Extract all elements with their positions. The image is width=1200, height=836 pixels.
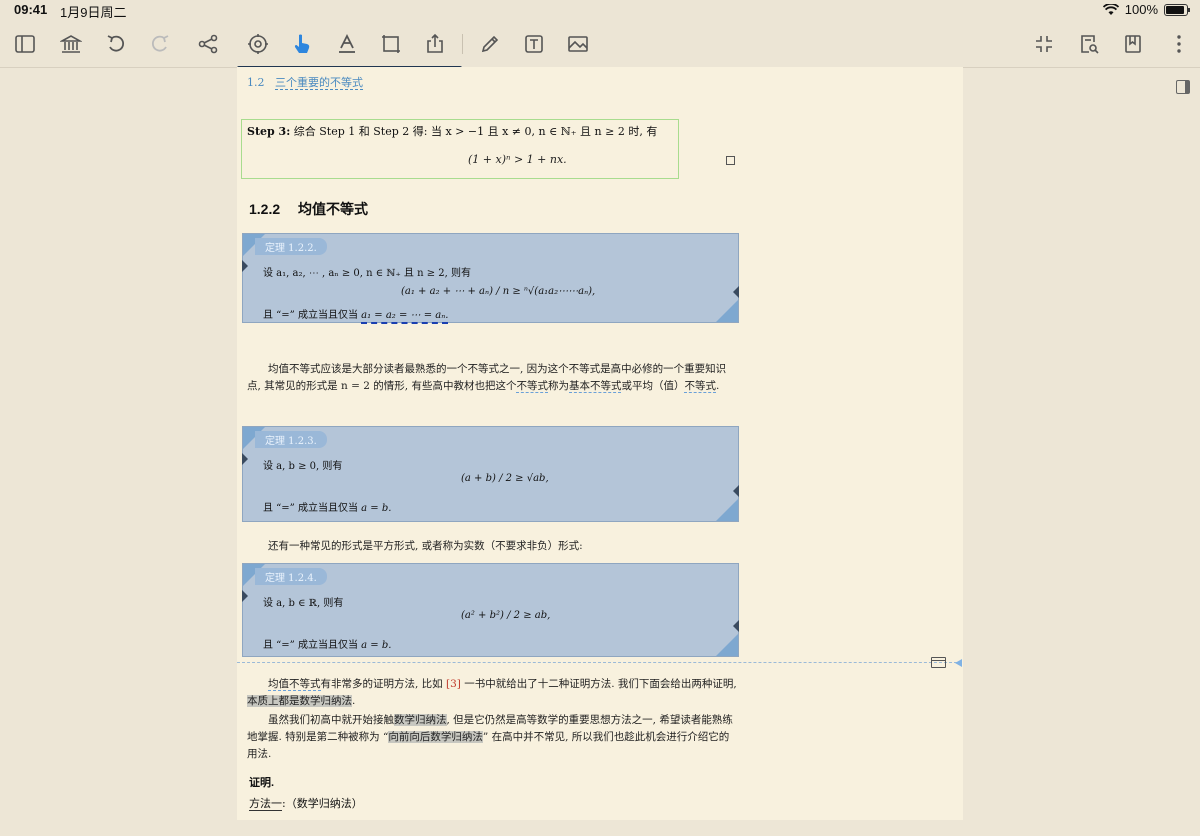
para1-text: 或平均（值） xyxy=(621,380,685,392)
theorem-1-2-4[interactable]: 定理 1.2.4. 设 a, b ∈ ℝ, 则有 (a² + b²) / 2 ≥… xyxy=(242,563,739,657)
textbox-icon[interactable] xyxy=(521,31,547,57)
theorem-equality: 且 “=” 成立当且仅当 a = b. xyxy=(263,636,391,651)
step3-text: 综合 Step 1 和 Step 2 得: 当 x > −1 且 x ≠ 0, … xyxy=(293,125,658,138)
para1-annot[interactable]: 不等式 xyxy=(684,380,716,393)
notch-right xyxy=(733,620,739,632)
step3-formula: (1 + x)ⁿ > 1 + nx. xyxy=(468,153,567,166)
library-icon[interactable] xyxy=(58,31,84,57)
equality-prefix: 且 “=” 成立当且仅当 xyxy=(263,640,362,651)
theorem-formula: (a² + b²) / 2 ≥ ab, xyxy=(461,610,551,621)
para3-text: 有非常多的证明方法, 比如 xyxy=(320,678,447,690)
method-text: :（数学归纳法） xyxy=(282,797,363,810)
wifi-icon xyxy=(1102,3,1119,15)
status-right: 100% xyxy=(1102,2,1190,17)
toolbar xyxy=(0,20,1200,68)
bookmark-icon[interactable] xyxy=(1120,31,1146,57)
corner-decoration xyxy=(716,499,738,521)
citation-link[interactable]: [3] xyxy=(446,678,461,690)
mindmap-icon[interactable] xyxy=(195,31,221,57)
corner-decoration xyxy=(716,300,738,322)
toolbar-separator xyxy=(462,34,463,54)
sidebar-icon[interactable] xyxy=(12,31,38,57)
para3-highlight[interactable]: 本质上都是数学归纳法 xyxy=(247,695,352,707)
para1-annot[interactable]: 基本不等式 xyxy=(568,380,622,393)
section-number: 1.2.2 xyxy=(249,201,281,217)
notch-left xyxy=(242,260,248,272)
battery-percent: 100% xyxy=(1124,2,1158,17)
running-head: 1.2 三个重要的不等式 xyxy=(247,74,363,90)
equality-condition[interactable]: a₁ = a₂ = ⋯ = aₙ. xyxy=(361,310,449,324)
theorem-statement: 设 a₁, a₂, ⋯ , aₙ ≥ 0, n ∈ ℕ₊ 且 n ≥ 2, 则有 xyxy=(263,268,471,279)
undo-icon[interactable] xyxy=(103,31,129,57)
method-label: 方法一 xyxy=(249,797,282,811)
split-view-icon[interactable] xyxy=(931,657,946,668)
theorem-formula: (a + b) / 2 ≥ √ab, xyxy=(461,473,549,484)
equality-prefix: 且 “=” 成立当且仅当 xyxy=(263,310,362,321)
theorem-tag: 定理 1.2.2. xyxy=(255,238,327,255)
notch-left xyxy=(242,453,248,465)
section-heading: 1.2.2 均值不等式 xyxy=(249,199,368,219)
equality-condition: a = b. xyxy=(361,503,392,514)
theorem-tag: 定理 1.2.3. xyxy=(255,431,327,448)
theorem-equality: 且 “=” 成立当且仅当 a = b. xyxy=(263,499,391,514)
status-time: 09:41 xyxy=(14,2,48,17)
export-icon[interactable] xyxy=(422,31,448,57)
running-head-number: 1.2 xyxy=(247,76,265,89)
pointer-hand-icon[interactable] xyxy=(289,31,315,57)
running-head-title: 三个重要的不等式 xyxy=(275,76,363,90)
theorem-1-2-3[interactable]: 定理 1.2.3. 设 a, b ≥ 0, 则有 (a + b) / 2 ≥ √… xyxy=(242,426,739,522)
equality-prefix: 且 “=” 成立当且仅当 xyxy=(263,503,362,514)
corner-decoration xyxy=(716,634,738,656)
more-icon[interactable] xyxy=(1166,31,1192,57)
theorem-statement: 设 a, b ≥ 0, 则有 xyxy=(263,461,343,472)
qed-mark xyxy=(726,156,735,165)
document-page[interactable]: 1.2 三个重要的不等式 Step 3: 综合 Step 1 和 Step 2 … xyxy=(237,67,963,820)
page-split-line[interactable] xyxy=(237,662,957,663)
theorem-formula: (a₁ + a₂ + ⋯ + aₙ) / n ≥ ⁿ√(a₁a₂⋯⋯aₙ), xyxy=(401,286,596,297)
theorem-statement: 设 a, b ∈ ℝ, 则有 xyxy=(263,598,344,609)
right-panel-icon[interactable] xyxy=(1176,80,1190,94)
settings-wheel-icon[interactable] xyxy=(245,31,271,57)
section-title: 均值不等式 xyxy=(298,201,369,217)
status-bar: 09:41 1月9日周二 100% xyxy=(0,0,1200,20)
battery-icon xyxy=(1164,3,1190,16)
notch-left xyxy=(242,590,248,602)
para3-text: . xyxy=(352,695,356,707)
para4-highlight[interactable]: 向前向后数学归纳法 xyxy=(388,731,483,743)
para1-text: 称为 xyxy=(547,380,569,392)
theorem-1-2-2[interactable]: 定理 1.2.2. 设 a₁, a₂, ⋯ , aₙ ≥ 0, n ∈ ℕ₊ 且… xyxy=(242,233,739,324)
pen-icon[interactable] xyxy=(477,31,503,57)
crop-icon[interactable] xyxy=(378,31,404,57)
method-line: 方法一:（数学归纳法） xyxy=(249,795,363,811)
paragraph-3: 均值不等式有非常多的证明方法, 比如 [3] 一书中就给出了十二种证明方法. 我… xyxy=(247,676,737,710)
status-date: 1月9日周二 xyxy=(60,5,127,20)
para3-annot[interactable]: 均值不等式 xyxy=(268,678,321,691)
paragraph-4: 虽然我们初高中就开始接触数学归纳法, 但是它仍然是高等数学的重要思想方法之一, … xyxy=(247,712,737,763)
para4-text: 虽然我们初高中就开始接触 xyxy=(268,714,394,726)
step3-label: Step 3: xyxy=(247,125,291,138)
search-document-icon[interactable] xyxy=(1076,31,1102,57)
proof-label: 证明. xyxy=(249,777,275,789)
paragraph-2: 还有一种常见的形式是平方形式, 或者称为实数（不要求非负）形式: xyxy=(268,540,583,552)
equality-condition: a = b. xyxy=(361,640,392,651)
para1-annot[interactable]: 不等式 xyxy=(516,380,548,393)
step3-box: Step 3: 综合 Step 1 和 Step 2 得: 当 x > −1 且… xyxy=(241,119,679,179)
image-icon[interactable] xyxy=(565,31,591,57)
notch-right xyxy=(733,485,739,497)
theorem-equality: 且 “=” 成立当且仅当 a₁ = a₂ = ⋯ = aₙ. xyxy=(263,306,449,324)
redo-icon[interactable] xyxy=(147,31,173,57)
split-arrow-icon[interactable] xyxy=(955,659,962,667)
theorem-tag: 定理 1.2.4. xyxy=(255,568,327,585)
step3-line: Step 3: 综合 Step 1 和 Step 2 得: 当 x > −1 且… xyxy=(247,123,657,139)
para1-text: . xyxy=(715,380,720,392)
notch-right xyxy=(733,286,739,298)
para3-text: 一书中就给出了十二种证明方法. 我们下面会给出两种证明, xyxy=(460,678,737,690)
text-highlight-icon[interactable] xyxy=(334,31,360,57)
fullscreen-icon[interactable] xyxy=(1031,31,1057,57)
bottom-bar xyxy=(0,820,1200,836)
paragraph-1: 均值不等式应该是大部分读者最熟悉的一个不等式之一, 因为这个不等式是高中必修的一… xyxy=(247,361,737,395)
para4-highlight[interactable]: 数学归纳法 xyxy=(394,714,447,726)
